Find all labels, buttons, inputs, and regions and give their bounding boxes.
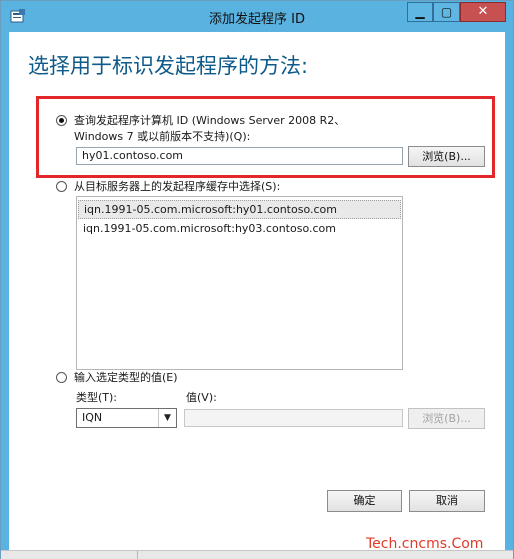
- radio-query-computer[interactable]: [56, 115, 67, 126]
- computer-id-input[interactable]: hy01.contoso.com: [76, 147, 403, 165]
- title-bar[interactable]: 添加发起程序 ID ▁ ▢ ✕: [1, 1, 513, 31]
- list-item[interactable]: iqn.1991-05.com.microsoft:hy03.contoso.c…: [78, 219, 401, 238]
- chevron-down-icon[interactable]: ▼: [158, 409, 176, 427]
- select-cache-label: 从目标服务器上的发起程序缓存中选择(S):: [74, 180, 281, 193]
- manual-entry-label: 输入选定类型的值(E): [74, 371, 178, 384]
- query-computer-label-line1: 查询发起程序计算机 ID (Windows Server 2008 R2、: [74, 114, 346, 127]
- maximize-icon: ▢: [440, 5, 453, 19]
- strip-divider: [137, 551, 138, 559]
- close-button[interactable]: ✕: [460, 2, 506, 22]
- manual-value-input[interactable]: [184, 409, 403, 427]
- minimize-button[interactable]: ▁: [407, 2, 433, 22]
- initiator-cache-list[interactable]: iqn.1991-05.com.microsoft:hy01.contoso.c…: [76, 196, 403, 370]
- close-icon: ✕: [477, 4, 489, 19]
- radio-manual-entry[interactable]: [56, 372, 67, 383]
- cancel-button[interactable]: 取消: [409, 490, 485, 512]
- dialog-content: 选择用于标识发起程序的方法: 查询发起程序计算机 ID (Windows Ser…: [9, 32, 505, 552]
- dialog-window: 添加发起程序 ID ▁ ▢ ✕ 选择用于标识发起程序的方法: 查询发起程序计算机…: [0, 0, 514, 559]
- list-item[interactable]: iqn.1991-05.com.microsoft:hy01.contoso.c…: [78, 200, 401, 219]
- ok-button[interactable]: 确定: [327, 490, 402, 512]
- radio-selected-dot: [59, 118, 64, 123]
- bottom-strip: [1, 550, 513, 559]
- query-computer-label-line2: Windows 7 或以前版本不支持)(Q):: [74, 130, 251, 143]
- type-select-value: IQN: [82, 411, 103, 424]
- value-label: 值(V):: [186, 391, 217, 404]
- maximize-button[interactable]: ▢: [433, 2, 460, 22]
- minimize-icon: ▁: [415, 5, 425, 19]
- browse-manual-button[interactable]: 浏览(B)...: [408, 408, 485, 429]
- radio-select-cache[interactable]: [56, 181, 67, 192]
- page-title: 选择用于标识发起程序的方法:: [28, 54, 309, 78]
- browse-computer-button[interactable]: 浏览(B)...: [408, 146, 485, 167]
- type-label: 类型(T):: [76, 391, 118, 404]
- type-select[interactable]: IQN ▼: [76, 408, 177, 428]
